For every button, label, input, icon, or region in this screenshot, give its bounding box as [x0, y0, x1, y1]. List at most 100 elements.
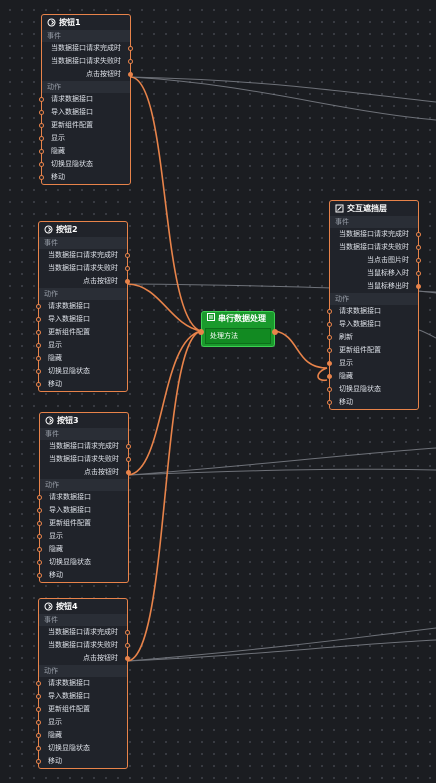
node-button-3[interactable]: 按钮3 事件 当数据接口请求完成时 当数据接口请求失败时 点击按钮时 动作 请求…: [37, 412, 131, 583]
node-button-4[interactable]: 按钮4 事件 当数据接口请求完成时 当数据接口请求失败时 点击按钮时 动作 请求…: [36, 598, 130, 769]
action-row[interactable]: 请求数据接口: [36, 677, 127, 690]
input-port[interactable]: [39, 149, 44, 154]
action-row[interactable]: 导入数据接口: [37, 504, 128, 517]
event-row[interactable]: 当数据接口请求完成时: [330, 228, 421, 241]
input-port[interactable]: [37, 547, 42, 552]
event-row[interactable]: 当点击图片时: [330, 254, 421, 267]
processor-output-port[interactable]: [272, 329, 278, 335]
action-row[interactable]: 更新组件配置: [37, 517, 128, 530]
event-row[interactable]: 当数据接口请求失败时: [39, 262, 130, 275]
output-port[interactable]: [126, 470, 131, 475]
action-row[interactable]: 隐藏: [36, 729, 127, 742]
input-port[interactable]: [39, 97, 44, 102]
input-port[interactable]: [327, 374, 332, 379]
node-header[interactable]: 串行数据处理: [202, 312, 274, 326]
event-row[interactable]: 当数据接口请求失败时: [39, 639, 130, 652]
action-row[interactable]: 请求数据接口: [37, 491, 128, 504]
input-port[interactable]: [36, 304, 41, 309]
node-header[interactable]: 按钮4: [39, 599, 127, 614]
processor-input-port[interactable]: [198, 329, 204, 335]
input-port[interactable]: [36, 707, 41, 712]
action-row[interactable]: 更新组件配置: [36, 703, 127, 716]
action-row[interactable]: 显示: [36, 339, 127, 352]
action-row[interactable]: 请求数据接口: [36, 300, 127, 313]
output-port[interactable]: [125, 279, 130, 284]
action-row[interactable]: 隐藏: [327, 370, 418, 383]
input-port[interactable]: [39, 136, 44, 141]
action-row[interactable]: 移动: [37, 569, 128, 582]
event-row[interactable]: 点击按钮时: [40, 466, 131, 479]
event-row[interactable]: 当鼠标移入时: [330, 267, 421, 280]
input-port[interactable]: [36, 343, 41, 348]
action-row[interactable]: 导入数据接口: [327, 318, 418, 331]
output-port[interactable]: [125, 630, 130, 635]
event-row[interactable]: 当数据接口请求完成时: [40, 440, 131, 453]
action-row[interactable]: 切换显隐状态: [327, 383, 418, 396]
output-port[interactable]: [416, 245, 421, 250]
input-port[interactable]: [36, 759, 41, 764]
input-port[interactable]: [37, 508, 42, 513]
input-port[interactable]: [36, 317, 41, 322]
action-row[interactable]: 请求数据接口: [327, 305, 418, 318]
action-row[interactable]: 刷新: [327, 331, 418, 344]
event-row[interactable]: 点击按钮时: [39, 652, 130, 665]
node-button-1[interactable]: 按钮1 事件 当数据接口请求完成时 当数据接口请求失败时 点击按钮时 动作 请求…: [39, 14, 133, 185]
action-row[interactable]: 导入数据接口: [36, 313, 127, 326]
event-row[interactable]: 点击按钮时: [42, 68, 133, 81]
node-header[interactable]: 按钮2: [39, 222, 127, 237]
node-interaction-overlay[interactable]: 交互遮挡层 事件 当数据接口请求完成时 当数据接口请求失败时 当点击图片时 当鼠…: [327, 200, 421, 410]
node-header[interactable]: 按钮1: [42, 15, 130, 30]
event-row[interactable]: 当数据接口请求完成时: [42, 42, 133, 55]
input-port[interactable]: [36, 356, 41, 361]
input-port[interactable]: [36, 746, 41, 751]
node-header[interactable]: 交互遮挡层: [330, 201, 418, 216]
input-port[interactable]: [37, 521, 42, 526]
input-port[interactable]: [39, 162, 44, 167]
event-row[interactable]: 当数据接口请求失败时: [42, 55, 133, 68]
output-port[interactable]: [125, 656, 130, 661]
input-port[interactable]: [36, 720, 41, 725]
action-row[interactable]: 移动: [36, 755, 127, 768]
action-row[interactable]: 更新组件配置: [36, 326, 127, 339]
input-port[interactable]: [37, 573, 42, 578]
input-port[interactable]: [36, 330, 41, 335]
action-row[interactable]: 切换显隐状态: [37, 556, 128, 569]
action-row[interactable]: 请求数据接口: [39, 93, 130, 106]
action-row[interactable]: 移动: [36, 378, 127, 391]
action-row[interactable]: 导入数据接口: [39, 106, 130, 119]
event-row[interactable]: 当数据接口请求失败时: [40, 453, 131, 466]
action-row[interactable]: 显示: [39, 132, 130, 145]
processor-method[interactable]: 处理方法: [205, 328, 271, 344]
output-port[interactable]: [416, 284, 421, 289]
action-row[interactable]: 隐藏: [39, 145, 130, 158]
action-row[interactable]: 导入数据接口: [36, 690, 127, 703]
input-port[interactable]: [37, 495, 42, 500]
input-port[interactable]: [36, 681, 41, 686]
action-row[interactable]: 显示: [37, 530, 128, 543]
output-port[interactable]: [126, 444, 131, 449]
output-port[interactable]: [416, 232, 421, 237]
action-row[interactable]: 隐藏: [36, 352, 127, 365]
output-port[interactable]: [125, 253, 130, 258]
action-row[interactable]: 隐藏: [37, 543, 128, 556]
action-row[interactable]: 切换显隐状态: [36, 742, 127, 755]
input-port[interactable]: [327, 322, 332, 327]
event-row[interactable]: 当数据接口请求完成时: [39, 249, 130, 262]
input-port[interactable]: [39, 123, 44, 128]
input-port[interactable]: [36, 382, 41, 387]
output-port[interactable]: [416, 271, 421, 276]
input-port[interactable]: [39, 175, 44, 180]
input-port[interactable]: [327, 335, 332, 340]
action-row[interactable]: 切换显隐状态: [39, 158, 130, 171]
action-row[interactable]: 更新组件配置: [327, 344, 418, 357]
action-row[interactable]: 移动: [39, 171, 130, 184]
input-port[interactable]: [37, 560, 42, 565]
output-port[interactable]: [128, 59, 133, 64]
input-port[interactable]: [327, 387, 332, 392]
input-port[interactable]: [327, 309, 332, 314]
node-header[interactable]: 按钮3: [40, 413, 128, 428]
action-row[interactable]: 显示: [36, 716, 127, 729]
output-port[interactable]: [125, 643, 130, 648]
input-port[interactable]: [327, 361, 332, 366]
action-row[interactable]: 更新组件配置: [39, 119, 130, 132]
